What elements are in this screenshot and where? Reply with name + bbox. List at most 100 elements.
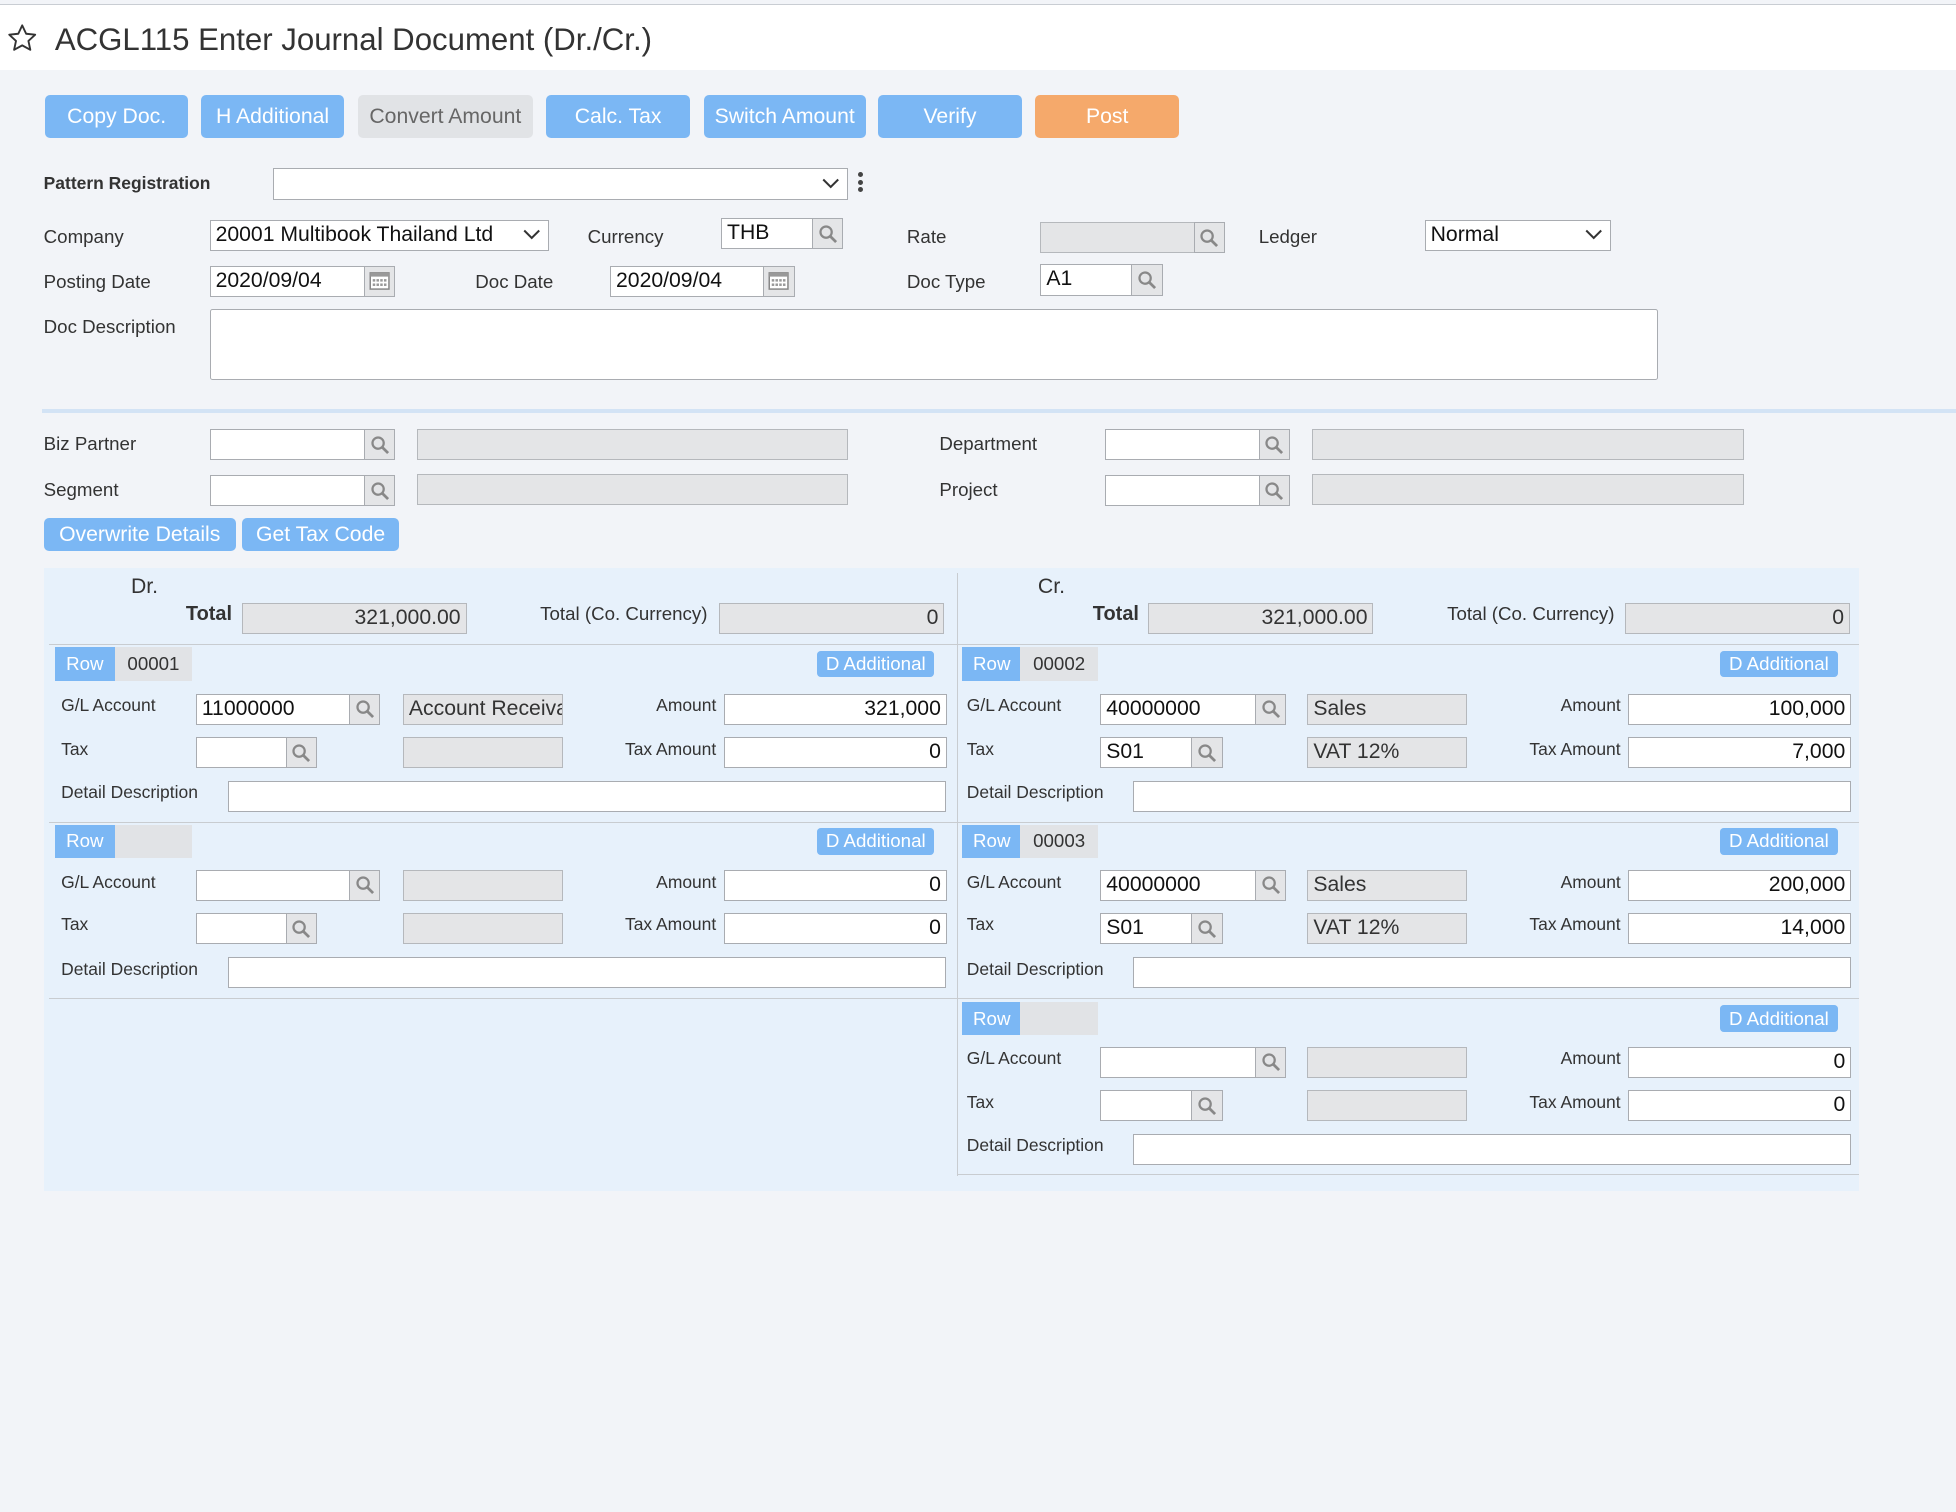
gl-account-input[interactable]: 11000000 xyxy=(195,693,351,725)
row-label: Row xyxy=(54,647,115,682)
tax-input[interactable] xyxy=(195,913,287,945)
detail-description-input[interactable] xyxy=(1132,1133,1852,1166)
doc-type-input[interactable]: A1 xyxy=(1040,264,1133,296)
detail-description-input[interactable] xyxy=(1132,956,1852,988)
gl-account-input[interactable] xyxy=(1100,1046,1257,1078)
overwrite-details-button[interactable]: Overwrite Details xyxy=(43,517,236,552)
d-additional-button[interactable]: D Additional xyxy=(817,828,935,855)
amount-input[interactable]: 321,000 xyxy=(723,693,947,725)
gl-account-input[interactable] xyxy=(195,869,351,901)
gl-account-name-field: Account Receivable xyxy=(402,693,563,725)
detail-description-input[interactable] xyxy=(1132,780,1852,813)
gl-account-search-icon[interactable] xyxy=(1254,693,1287,725)
gl-account-search-icon[interactable] xyxy=(349,869,381,901)
ledger-select[interactable]: Normal xyxy=(1424,219,1611,251)
switch-amount-button[interactable]: Switch Amount xyxy=(703,94,866,139)
separator xyxy=(958,997,1859,1000)
tax-name-field: VAT 12% xyxy=(1307,737,1468,769)
gl-account-name-field: Sales xyxy=(1307,693,1468,725)
credit-total-co-field: 0 xyxy=(1625,602,1851,634)
amount-input[interactable]: 100,000 xyxy=(1627,693,1852,725)
tax-amount-label: Tax Amount xyxy=(1529,1091,1621,1112)
segment-input[interactable] xyxy=(209,475,366,507)
h-additional-button[interactable]: H Additional xyxy=(200,94,345,139)
gl-account-search-icon[interactable] xyxy=(1254,869,1287,901)
separator xyxy=(958,822,1859,824)
tax-input[interactable]: S01 xyxy=(1100,913,1193,945)
get-tax-code-button[interactable]: Get Tax Code xyxy=(242,517,400,552)
gl-account-input[interactable]: 40000000 xyxy=(1100,693,1257,725)
tax-input[interactable] xyxy=(195,737,287,769)
doc-description-label: Doc Description xyxy=(43,315,176,337)
tax-input[interactable] xyxy=(1100,1090,1193,1122)
department-label: Department xyxy=(939,432,1038,454)
convert-amount-button[interactable]: Convert Amount xyxy=(358,94,533,139)
tax-name-field xyxy=(402,913,563,945)
doc-description-textarea[interactable] xyxy=(209,309,1658,381)
d-additional-button[interactable]: D Additional xyxy=(817,651,935,678)
calendar-icon[interactable] xyxy=(763,265,795,297)
tax-amount-input[interactable]: 0 xyxy=(1627,1090,1852,1122)
tax-input[interactable]: S01 xyxy=(1100,737,1193,769)
d-additional-button[interactable]: D Additional xyxy=(1720,828,1838,855)
amount-input[interactable]: 0 xyxy=(1627,1046,1852,1078)
copy-doc-button[interactable]: Copy Doc. xyxy=(44,94,189,139)
gl-account-search-icon[interactable] xyxy=(1254,1046,1287,1078)
tax-search-icon[interactable] xyxy=(1191,1090,1223,1122)
favorite-star-icon[interactable] xyxy=(6,22,38,54)
calendar-icon[interactable] xyxy=(364,265,396,297)
row-number xyxy=(1020,1001,1098,1036)
gl-account-search-icon[interactable] xyxy=(349,693,381,725)
tax-label: Tax xyxy=(966,914,994,935)
department-search-icon[interactable] xyxy=(1258,429,1290,461)
chevron-down-icon xyxy=(1585,229,1602,240)
credit-total-label: Total xyxy=(1092,602,1139,625)
tax-search-icon[interactable] xyxy=(1191,737,1223,769)
tax-amount-label: Tax Amount xyxy=(1529,738,1621,759)
verify-button[interactable]: Verify xyxy=(878,94,1022,139)
segment-search-icon[interactable] xyxy=(364,475,396,507)
currency-input[interactable]: THB xyxy=(721,218,814,250)
biz-partner-name-field xyxy=(416,429,849,461)
d-additional-button[interactable]: D Additional xyxy=(1720,651,1838,678)
tax-amount-input[interactable]: 0 xyxy=(723,913,947,945)
company-select[interactable]: 20001 Multibook Thailand Ltd xyxy=(209,219,549,251)
post-button[interactable]: Post xyxy=(1035,94,1179,139)
journal-entry-page: ACGL115 Enter Journal Document (Dr./Cr.)… xyxy=(0,0,1956,1213)
biz-partner-search-icon[interactable] xyxy=(364,429,396,461)
tax-search-icon[interactable] xyxy=(285,737,317,769)
pattern-registration-select[interactable] xyxy=(273,168,849,200)
doc-type-search-icon[interactable] xyxy=(1131,264,1163,296)
gl-account-label: G/L Account xyxy=(61,872,156,892)
tax-label: Tax xyxy=(61,738,89,759)
biz-partner-label: Biz Partner xyxy=(43,432,137,454)
calc-tax-button[interactable]: Calc. Tax xyxy=(546,94,690,139)
project-name-field xyxy=(1312,474,1744,506)
separator xyxy=(48,643,957,645)
gl-account-input[interactable]: 40000000 xyxy=(1100,869,1257,901)
amount-input[interactable]: 0 xyxy=(723,869,947,901)
department-input[interactable] xyxy=(1105,429,1260,461)
rate-search-icon[interactable] xyxy=(1193,222,1226,254)
tax-amount-input[interactable]: 14,000 xyxy=(1627,913,1852,945)
posting-date-input[interactable]: 2020/09/04 xyxy=(209,265,366,297)
gl-account-label: G/L Account xyxy=(966,1047,1062,1068)
detail-description-input[interactable] xyxy=(228,956,946,988)
project-search-icon[interactable] xyxy=(1258,475,1290,507)
tax-label: Tax xyxy=(966,1091,994,1112)
tax-amount-input[interactable]: 0 xyxy=(723,737,947,769)
d-additional-button[interactable]: D Additional xyxy=(1720,1005,1838,1032)
detail-description-input[interactable] xyxy=(228,780,946,813)
project-input[interactable] xyxy=(1105,475,1260,507)
biz-partner-input[interactable] xyxy=(209,429,366,461)
separator xyxy=(958,1173,1859,1176)
currency-search-icon[interactable] xyxy=(812,218,844,250)
row-number: 00003 xyxy=(1020,824,1098,859)
separator xyxy=(48,822,957,824)
tax-search-icon[interactable] xyxy=(1191,913,1223,945)
amount-input[interactable]: 200,000 xyxy=(1627,869,1852,901)
tax-amount-input[interactable]: 7,000 xyxy=(1627,737,1852,769)
tax-search-icon[interactable] xyxy=(285,913,317,945)
more-options-icon[interactable] xyxy=(857,171,864,198)
doc-date-input[interactable]: 2020/09/04 xyxy=(610,265,765,297)
